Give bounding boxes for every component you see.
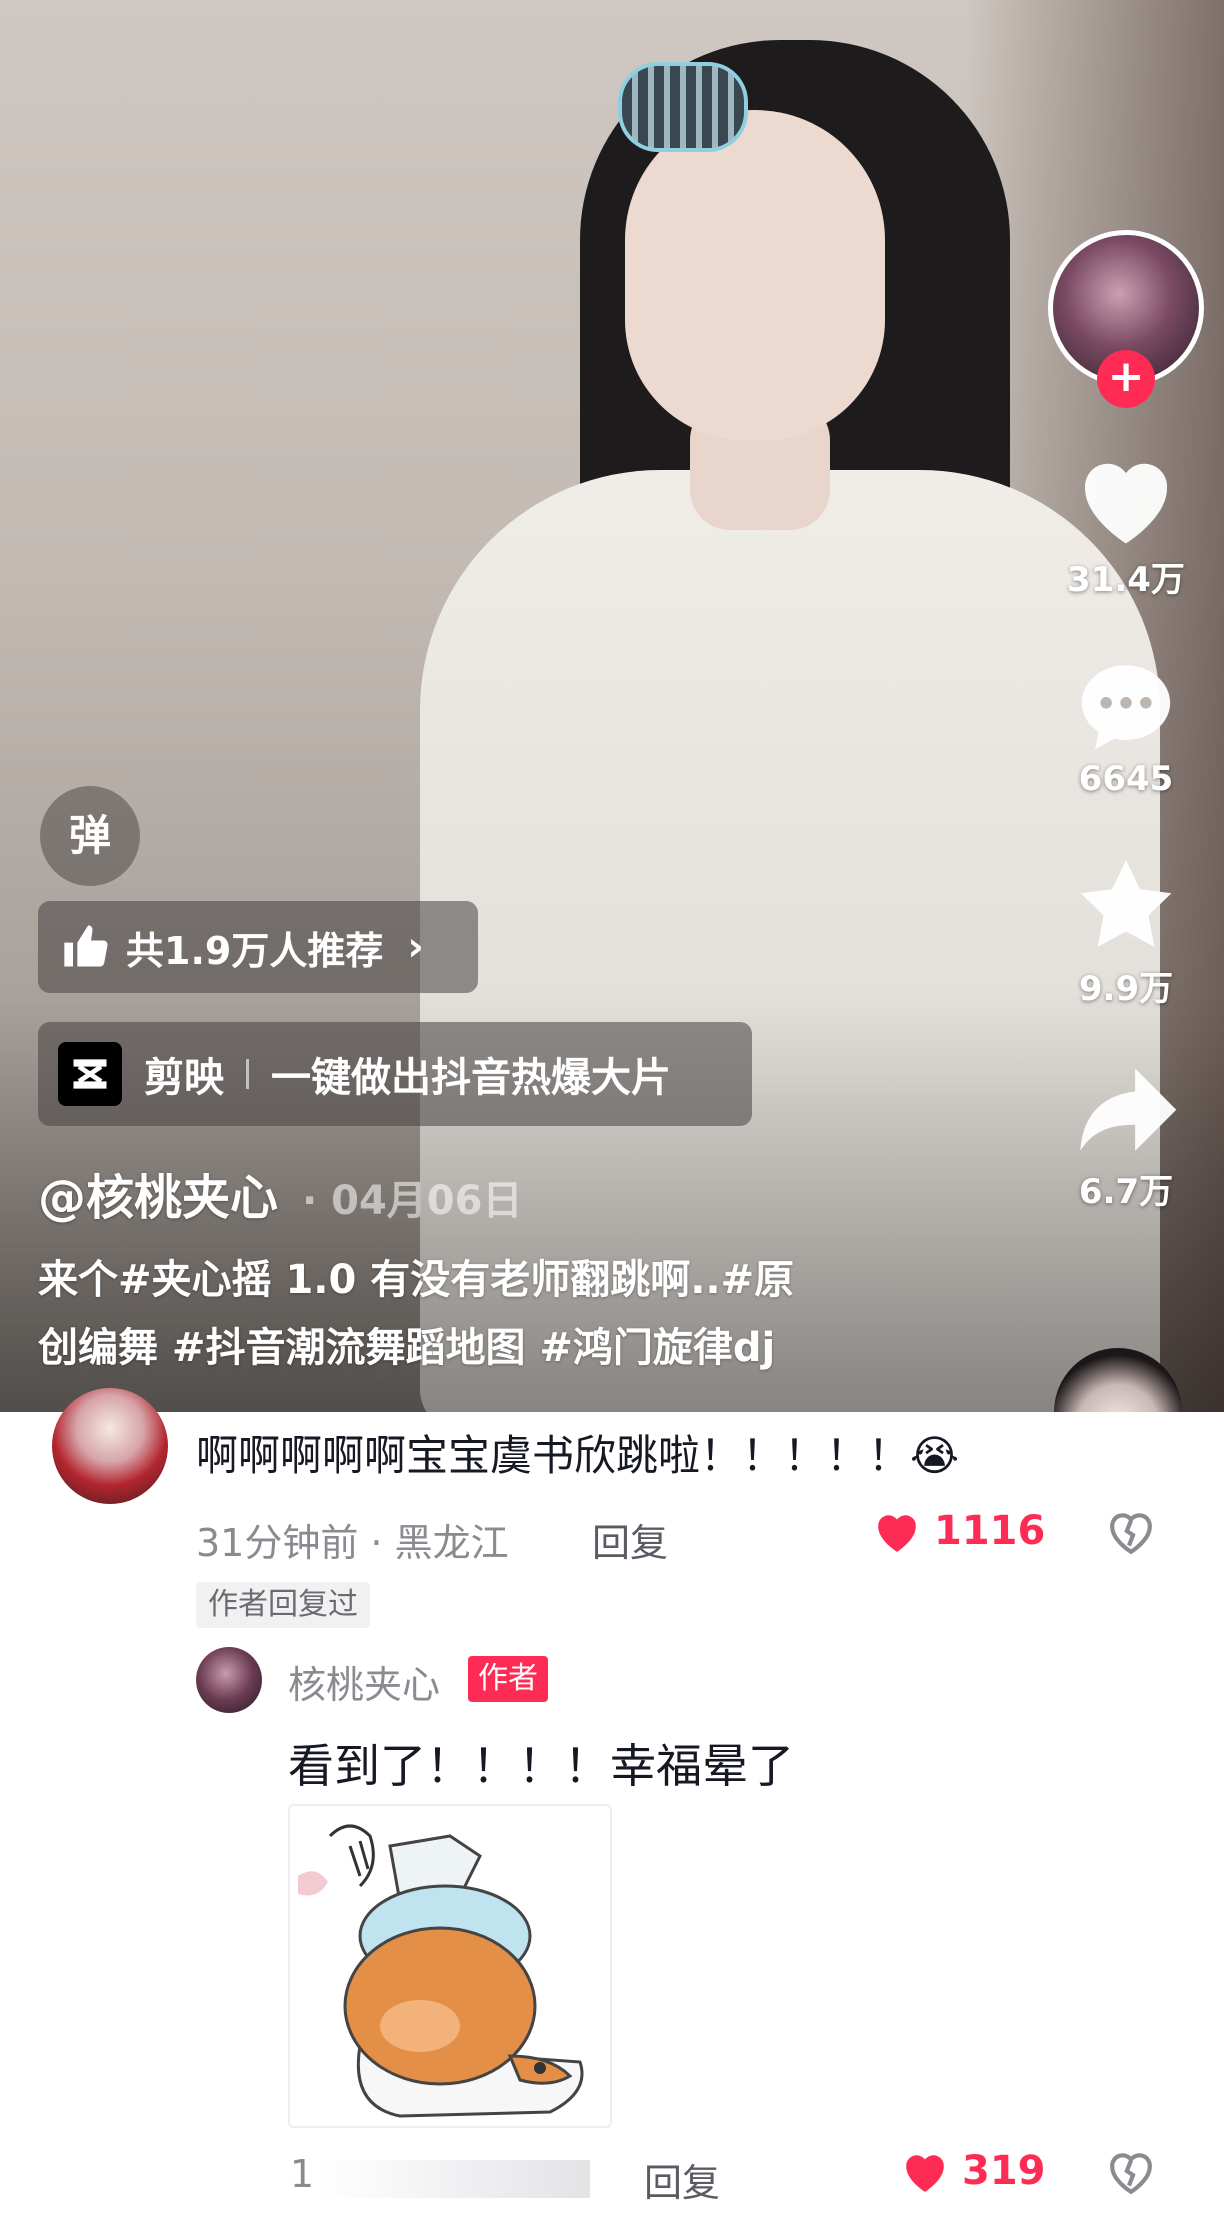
comment-count: 6645	[1078, 759, 1174, 799]
broken-heart-icon	[1110, 1513, 1152, 1555]
heart-icon	[878, 1515, 916, 1552]
reply-author-avatar[interactable]	[196, 1647, 262, 1713]
reply-time-redaction	[320, 2160, 590, 2198]
video-author-row: @核桃夹心 · 04月06日	[38, 1158, 522, 1228]
share-button[interactable]: 6.7万	[1071, 1064, 1181, 1213]
follow-button[interactable]: +	[1097, 350, 1155, 408]
star-icon	[1080, 860, 1172, 947]
video-subject-face	[625, 110, 885, 440]
reply-time: 1	[290, 2152, 315, 2196]
comment-bubble-icon	[1081, 665, 1171, 750]
favorite-button[interactable]: 9.9万	[1072, 853, 1180, 1010]
like-button[interactable]: 31.4万	[1067, 448, 1185, 601]
reply-author-name[interactable]: 核桃夹心	[288, 1654, 440, 1709]
creator-avatar-wrap: +	[1048, 230, 1204, 408]
thumbs-up-icon	[64, 925, 108, 967]
heart-icon	[1084, 463, 1168, 544]
commenter-avatar[interactable]	[52, 1388, 168, 1504]
reply-sticker-image[interactable]	[288, 1804, 612, 2128]
heart-icon	[906, 2155, 944, 2192]
ad-slogan: 一键做出抖音热爆大片	[271, 1055, 671, 1101]
video-player[interactable]: 弹 共1.9万人推荐 › 剪映 一键做出抖音热爆大片 @核桃夹心 · 04月06…	[0, 0, 1224, 1412]
comment-meta: 31分钟前 · 黑龙江	[196, 1521, 509, 1565]
chevron-right-icon: ›	[407, 924, 424, 970]
video-date: · 04月06日	[302, 1178, 523, 1224]
comment-panel: 啊啊啊啊啊宝宝虞书欣跳啦！！！！！😭 31分钟前 · 黑龙江 回复 1116 作…	[0, 1388, 1224, 2229]
like-count: 31.4万	[1067, 560, 1185, 600]
reply-like-count: 319	[962, 2148, 1046, 2194]
jianying-ad-banner[interactable]: 剪映 一键做出抖音热爆大片	[38, 1022, 752, 1126]
danmu-toggle-button[interactable]: 弹	[40, 786, 140, 886]
comment-reply-button[interactable]: 回复	[592, 1512, 668, 1567]
comment-text[interactable]: 啊啊啊啊啊宝宝虞书欣跳啦！！！！！😭	[196, 1422, 959, 1483]
author-badge: 作者	[468, 1656, 548, 1702]
broken-heart-icon	[1110, 2153, 1152, 2195]
ad-app-name: 剪映	[144, 1055, 224, 1101]
reply-dislike-button[interactable]	[1106, 2148, 1156, 2198]
caption-line-2: 创编舞 #抖音潮流舞蹈地图 #鸿门旋律dj	[38, 1325, 776, 1371]
comment-dislike-button[interactable]	[1106, 1508, 1156, 1558]
jianying-logo-icon	[58, 1042, 122, 1106]
comment-like-count: 1116	[934, 1508, 1046, 1554]
share-count: 6.7万	[1078, 1172, 1174, 1212]
reply-text[interactable]: 看到了！！！！幸福晕了	[288, 1730, 794, 1796]
recommend-pill[interactable]: 共1.9万人推荐 ›	[38, 901, 478, 993]
reply-reply-button[interactable]: 回复	[644, 2152, 720, 2207]
video-author-name[interactable]: @核桃夹心	[38, 1158, 278, 1228]
reply-like-button[interactable]: 319	[900, 2148, 1046, 2194]
share-arrow-icon	[1080, 1068, 1177, 1151]
favorite-count: 9.9万	[1078, 969, 1174, 1009]
ad-divider	[246, 1059, 249, 1089]
recommend-label: 共1.9万人推荐	[126, 928, 384, 973]
video-caption[interactable]: 来个#夹心摇 1.0 有没有老师翻跳啊..#原 创编舞 #抖音潮流舞蹈地图 #鸿…	[38, 1246, 938, 1382]
author-replied-tag: 作者回复过	[196, 1582, 370, 1628]
hair-curler	[618, 62, 748, 152]
comment-button[interactable]: 6645	[1073, 655, 1179, 799]
action-rail: + 31.4万 6645 9.9万 6.7万	[1046, 230, 1206, 1213]
comment-like-button[interactable]: 1116	[872, 1508, 1045, 1554]
sticker-illustration	[298, 1824, 584, 2118]
caption-line-1: 来个#夹心摇 1.0 有没有老师翻跳啊..#原	[38, 1257, 795, 1303]
